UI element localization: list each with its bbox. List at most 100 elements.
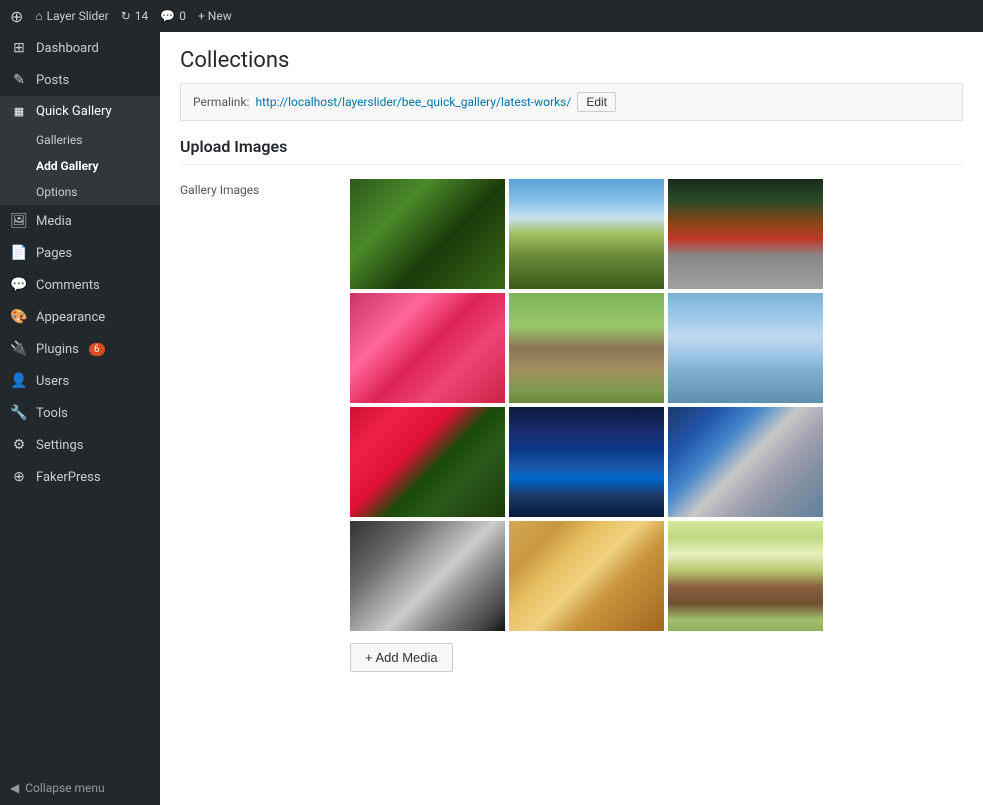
gallery-image-inner-7 <box>350 407 505 517</box>
gallery-image-inner-1 <box>350 179 505 289</box>
wp-logo-icon: ⊕ <box>10 7 23 26</box>
sidebar-sub-options[interactable]: Options <box>0 179 160 205</box>
options-label: Options <box>36 185 78 199</box>
sidebar-label-media: Media <box>36 214 72 229</box>
content-area: Collections Permalink: http://localhost/… <box>160 32 983 805</box>
gallery-image-inner-9 <box>668 407 823 517</box>
gallery-image-inner-8 <box>509 407 664 517</box>
gallery-image-inner-2 <box>509 179 664 289</box>
permalink-bar: Permalink: http://localhost/layerslider/… <box>180 83 963 121</box>
sidebar-item-settings[interactable]: ⚙ Settings <box>0 429 160 461</box>
sidebar-label-settings: Settings <box>36 438 83 453</box>
fakerpress-icon: ⊕ <box>10 469 28 485</box>
gallery-image-inner-10 <box>350 521 505 631</box>
tools-icon: 🔧 <box>10 405 28 421</box>
section-title: Upload Images <box>180 137 963 165</box>
gallery-image-3[interactable] <box>668 179 823 289</box>
gallery-images-label: Gallery Images <box>180 179 330 672</box>
quick-gallery-icon: ▦ <box>10 105 28 118</box>
plugins-badge: 6 <box>89 343 105 356</box>
collapse-menu-button[interactable]: ◀ Collapse menu <box>0 771 160 805</box>
settings-icon: ⚙ <box>10 437 28 453</box>
gallery-image-inner-3 <box>668 179 823 289</box>
sidebar-sub-galleries[interactable]: Galleries <box>0 127 160 153</box>
gallery-image-6[interactable] <box>668 293 823 403</box>
sidebar-label-dashboard: Dashboard <box>36 41 99 56</box>
permalink-label: Permalink: <box>193 95 249 109</box>
sidebar-label-posts: Posts <box>36 73 69 88</box>
sidebar: ⊞ Dashboard ✎ Posts ▦ Quick Gallery Gall… <box>0 32 160 805</box>
comments-icon: 💬 <box>160 9 175 23</box>
gallery-image-inner-5 <box>509 293 664 403</box>
admin-bar: ⊕ ⌂ Layer Slider ↻ 14 💬 0 + New <box>0 0 983 32</box>
gallery-image-12[interactable] <box>668 521 823 631</box>
add-media-button[interactable]: + Add Media <box>350 643 453 672</box>
gallery-image-4[interactable] <box>350 293 505 403</box>
sidebar-label-quick-gallery: Quick Gallery <box>36 104 112 119</box>
content-inner: Collections Permalink: http://localhost/… <box>160 32 983 805</box>
wp-logo-button[interactable]: ⊕ <box>10 7 23 26</box>
sidebar-item-comments[interactable]: 💬 Comments <box>0 269 160 301</box>
gallery-grid: + Add Media <box>350 179 963 672</box>
media-icon: 🖼 <box>10 213 28 229</box>
new-content-button[interactable]: + New <box>198 9 232 23</box>
gallery-image-inner-4 <box>350 293 505 403</box>
gallery-image-inner-12 <box>668 521 823 631</box>
site-name-button[interactable]: ⌂ Layer Slider <box>35 9 108 23</box>
gallery-image-inner-11 <box>509 521 664 631</box>
comments-button[interactable]: 💬 0 <box>160 9 186 23</box>
sidebar-label-tools: Tools <box>36 406 68 421</box>
sidebar-label-comments: Comments <box>36 278 100 293</box>
appearance-icon: 🎨 <box>10 309 28 325</box>
sidebar-label-users: Users <box>36 374 69 389</box>
site-name: Layer Slider <box>47 9 109 23</box>
sidebar-item-fakerpress[interactable]: ⊕ FakerPress <box>0 461 160 493</box>
gallery-image-10[interactable] <box>350 521 505 631</box>
gallery-image-1[interactable] <box>350 179 505 289</box>
updates-button[interactable]: ↻ 14 <box>121 9 149 23</box>
pages-icon: 📄 <box>10 245 28 261</box>
gallery-image-inner-6 <box>668 293 823 403</box>
sidebar-item-quick-gallery[interactable]: ▦ Quick Gallery <box>0 96 160 127</box>
upload-section: Upload Images Gallery Images + Add Media <box>180 137 963 672</box>
home-icon: ⌂ <box>35 9 42 23</box>
dashboard-icon: ⊞ <box>10 40 28 56</box>
sidebar-sub-add-gallery[interactable]: Add Gallery <box>0 153 160 179</box>
sidebar-label-pages: Pages <box>36 246 72 261</box>
gallery-image-2[interactable] <box>509 179 664 289</box>
sidebar-label-fakerpress: FakerPress <box>36 470 101 485</box>
gallery-image-9[interactable] <box>668 407 823 517</box>
main-layout: ⊞ Dashboard ✎ Posts ▦ Quick Gallery Gall… <box>0 32 983 805</box>
plugins-icon: 🔌 <box>10 341 28 357</box>
sidebar-item-dashboard[interactable]: ⊞ Dashboard <box>0 32 160 64</box>
users-icon: 👤 <box>10 373 28 389</box>
new-label: + New <box>198 9 232 23</box>
add-gallery-label: Add Gallery <box>36 159 99 173</box>
sidebar-item-appearance[interactable]: 🎨 Appearance <box>0 301 160 333</box>
gallery-image-8[interactable] <box>509 407 664 517</box>
sidebar-item-media[interactable]: 🖼 Media <box>0 205 160 237</box>
sidebar-item-tools[interactable]: 🔧 Tools <box>0 397 160 429</box>
image-grid <box>350 179 963 631</box>
updates-count: 14 <box>135 9 149 23</box>
sidebar-label-appearance: Appearance <box>36 310 105 325</box>
gallery-layout: Gallery Images + Add Media <box>180 179 963 672</box>
posts-icon: ✎ <box>10 72 28 88</box>
updates-icon: ↻ <box>121 9 131 23</box>
comments-count: 0 <box>179 9 186 23</box>
sidebar-item-pages[interactable]: 📄 Pages <box>0 237 160 269</box>
comments-sidebar-icon: 💬 <box>10 277 28 293</box>
gallery-image-11[interactable] <box>509 521 664 631</box>
gallery-image-7[interactable] <box>350 407 505 517</box>
sidebar-sub-quick-gallery: Galleries Add Gallery Options <box>0 127 160 205</box>
permalink-url[interactable]: http://localhost/layerslider/bee_quick_g… <box>255 95 571 109</box>
sidebar-item-users[interactable]: 👤 Users <box>0 365 160 397</box>
gallery-image-5[interactable] <box>509 293 664 403</box>
sidebar-item-plugins[interactable]: 🔌 Plugins 6 <box>0 333 160 365</box>
galleries-label: Galleries <box>36 133 82 147</box>
collapse-icon: ◀ <box>10 781 19 795</box>
permalink-edit-button[interactable]: Edit <box>577 92 616 112</box>
sidebar-item-posts[interactable]: ✎ Posts <box>0 64 160 96</box>
collapse-label: Collapse menu <box>25 781 104 795</box>
page-title: Collections <box>180 32 963 83</box>
